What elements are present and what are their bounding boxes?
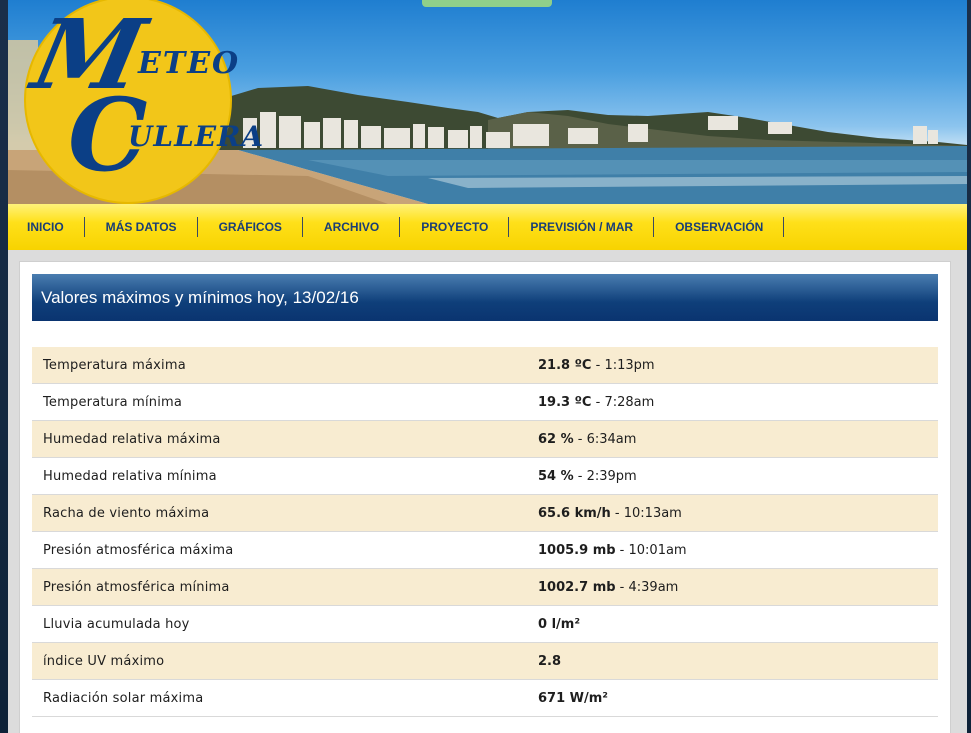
value-time: - 6:34am (573, 431, 637, 447)
logo-text-ullera: ULLERA (128, 120, 265, 153)
row-label: Presión atmosférica mínima (43, 579, 230, 595)
row-value: 671 W/m² (528, 691, 608, 706)
content-panel: Valores máximos y mínimos hoy, 13/02/16 … (19, 261, 951, 733)
row-value: 54 % - 2:39pm (528, 469, 637, 484)
header-banner: M ETEO C ULLERA (8, 0, 967, 204)
nav-item-observacion[interactable]: OBSERVACIÓN (664, 217, 785, 237)
page-edge-left (0, 0, 8, 733)
table-row: Humedad relativa máxima 62 % - 6:34am (32, 421, 938, 458)
value-amount: 1005.9 mb (538, 542, 616, 558)
table-row: Temperatura máxima 21.8 ºC - 1:13pm (32, 347, 938, 384)
value-time: - 1:13pm (591, 357, 655, 373)
main-nav: INICIO MÁS DATOS GRÁFICOS ARCHIVO PROYEC… (8, 204, 967, 250)
table-row: Presión atmosférica máxima 1005.9 mb - 1… (32, 532, 938, 569)
value-time: - 4:39am (615, 579, 679, 595)
value-amount: 1002.7 mb (538, 579, 616, 595)
page-edge-right (967, 0, 971, 733)
value-time: - 7:28am (591, 394, 655, 410)
value-amount: 21.8 ºC (538, 357, 592, 373)
page-title: Valores máximos y mínimos hoy, 13/02/16 (32, 274, 938, 321)
value-amount: 62 % (538, 431, 574, 447)
nav-item-archivo[interactable]: ARCHIVO (313, 217, 401, 237)
row-label: Humedad relativa mínima (43, 468, 217, 484)
row-label: Temperatura máxima (43, 357, 186, 373)
row-value: 2.8 (528, 654, 561, 669)
table-row: Racha de viento máxima 65.6 km/h - 10:13… (32, 495, 938, 532)
table-row: Humedad relativa mínima 54 % - 2:39pm (32, 458, 938, 495)
row-label: Humedad relativa máxima (43, 431, 221, 447)
value-amount: 65.6 km/h (538, 505, 611, 521)
value-time: - 10:01am (615, 542, 687, 558)
site-logo[interactable]: M ETEO C ULLERA (18, 0, 263, 204)
nav-item-proyecto[interactable]: PROYECTO (410, 217, 510, 237)
value-amount: 671 W/m² (538, 690, 608, 706)
table-row: índice UV máximo 2.8 (32, 643, 938, 680)
row-label: Lluvia acumulada hoy (43, 616, 190, 632)
value-amount: 19.3 ºC (538, 394, 592, 410)
table-row: Presión atmosférica mínima 1002.7 mb - 4… (32, 569, 938, 606)
table-row: Radiación solar máxima 671 W/m² (32, 680, 938, 717)
value-time: - 10:13am (610, 505, 682, 521)
logo-text-eteo: ETEO (138, 46, 241, 81)
row-label: Temperatura mínima (43, 394, 183, 410)
value-amount: 54 % (538, 468, 574, 484)
table-row: Temperatura mínima 19.3 ºC - 7:28am (32, 384, 938, 421)
top-tab-handle[interactable] (422, 0, 552, 7)
value-amount: 2.8 (538, 653, 562, 669)
row-value: 21.8 ºC - 1:13pm (528, 358, 655, 373)
nav-item-mas-datos[interactable]: MÁS DATOS (95, 217, 198, 237)
row-value: 1005.9 mb - 10:01am (528, 543, 687, 558)
row-label: Racha de viento máxima (43, 505, 210, 521)
value-time: - 2:39pm (573, 468, 637, 484)
row-label: índice UV máximo (43, 653, 165, 669)
row-value: 62 % - 6:34am (528, 432, 636, 447)
row-label: Radiación solar máxima (43, 690, 204, 706)
value-amount: 0 l/m² (538, 616, 581, 632)
row-value: 1002.7 mb - 4:39am (528, 580, 678, 595)
table-row: Lluvia acumulada hoy 0 l/m² (32, 606, 938, 643)
row-label: Presión atmosférica máxima (43, 542, 234, 558)
row-value: 65.6 km/h - 10:13am (528, 506, 682, 521)
records-table: Temperatura máxima 21.8 ºC - 1:13pm Temp… (32, 347, 938, 717)
nav-item-graficos[interactable]: GRÁFICOS (208, 217, 303, 237)
row-value: 19.3 ºC - 7:28am (528, 395, 654, 410)
nav-item-inicio[interactable]: INICIO (16, 217, 85, 237)
row-value: 0 l/m² (528, 617, 580, 632)
nav-item-prevision-mar[interactable]: PREVISIÓN / MAR (519, 217, 655, 237)
